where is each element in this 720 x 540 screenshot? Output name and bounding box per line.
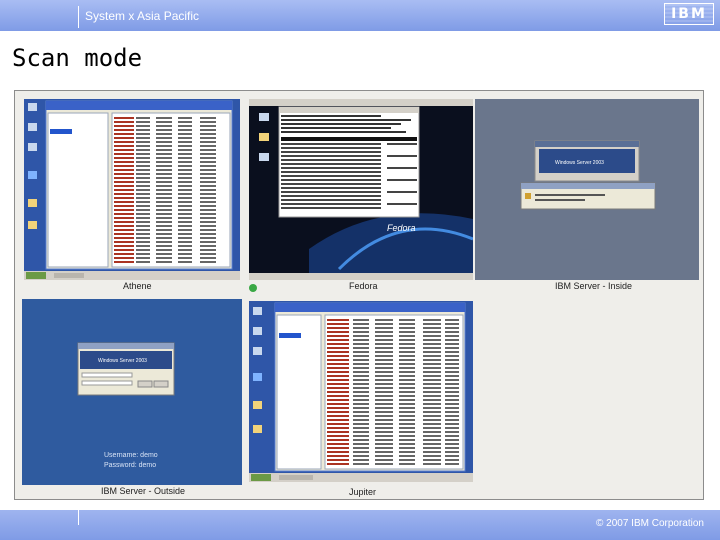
taskbar [24,271,240,280]
terminal-window [278,106,420,218]
remote-screens-area: Athene Fedora Fedora Windows Server 2003… [14,90,704,500]
desktop-username-text: Username: demo [104,452,158,459]
desktop-icons [259,113,269,161]
screen-caption-jupiter: Jupiter [349,487,377,497]
athene-desktop-graphic [24,100,240,280]
screen-thumbnail-ibm-server-inside[interactable]: Windows Server 2003 [475,99,699,280]
footer-copyright: © 2007 IBM Corporation [596,518,704,529]
screen-caption-fedora: Fedora [349,281,378,291]
login-banner-text: Windows Server 2003 [98,358,147,364]
explorer-window [274,302,466,472]
screen-caption-ibm-server-outside: IBM Server - Outside [101,486,186,496]
explorer-window [45,100,233,270]
footer-bar: © 2007 IBM Corporation [0,510,720,540]
bottom-panel [249,273,473,280]
fedora-desktop-graphic: Fedora [249,99,473,280]
jupiter-desktop-graphic [249,302,473,482]
header-title: System x Asia Pacific [85,9,200,23]
header-bar: System x Asia Pacific IBM [0,0,720,31]
server-outside-graphic: Windows Server 2003 Username: demo Passw… [77,342,175,469]
screen-caption-ibm-server-inside: IBM Server - Inside [555,281,633,291]
login-banner-text: Windows Server 2003 [555,160,604,166]
footer-divider [78,510,79,525]
login-dialog: Windows Server 2003 [77,342,175,396]
screen-thumbnail-jupiter[interactable] [249,301,473,482]
header-divider [78,6,79,28]
status-indicator-dot [249,284,257,292]
screen-thumbnail-athene[interactable] [24,99,240,280]
screen-caption-athene: Athene [123,281,152,291]
desktop-password-text: Password: demo [104,462,156,469]
fedora-wallpaper-logo: Fedora [387,223,416,233]
desktop-icons [28,103,37,229]
server-inside-graphic: Windows Server 2003 [520,140,656,210]
ibm-logo: IBM [664,3,714,25]
slide-title: Scan mode [12,44,143,72]
taskbar [249,473,473,482]
top-panel [249,99,473,106]
screen-thumbnail-ibm-server-outside[interactable]: Windows Server 2003 Username: demo Passw… [22,299,242,485]
message-dialog [520,182,656,210]
screen-thumbnail-fedora[interactable]: Fedora [249,99,473,280]
desktop-icons [253,307,262,433]
login-window: Windows Server 2003 [534,140,640,182]
